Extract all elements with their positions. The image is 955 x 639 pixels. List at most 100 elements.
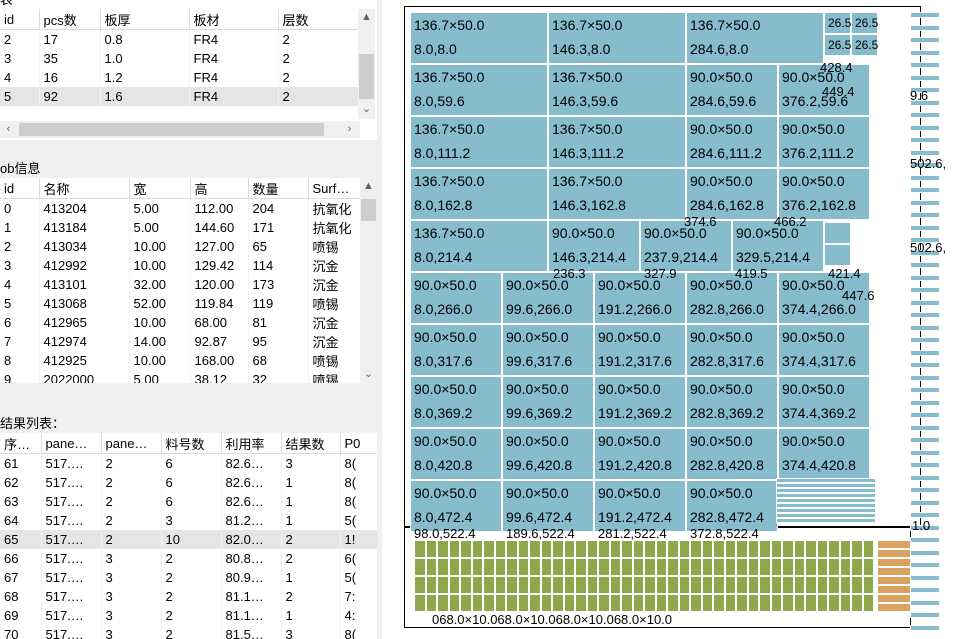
layout-piece[interactable]: 90.0×50.0 284.6,59.6 bbox=[686, 64, 778, 116]
layout-piece-green[interactable] bbox=[816, 558, 828, 576]
layout-piece-orange[interactable] bbox=[877, 567, 911, 576]
layout-piece-green[interactable] bbox=[471, 558, 483, 576]
layout-piece[interactable]: 90.0×50.0 8.0,420.8 bbox=[410, 428, 502, 480]
layout-piece-green[interactable] bbox=[609, 576, 621, 594]
layout-piece-small[interactable]: 26.5 bbox=[851, 34, 878, 56]
table-row[interactable]: 61 517.… 2 6 82.6… 3 8( bbox=[0, 453, 377, 473]
layout-piece-green[interactable] bbox=[770, 540, 782, 558]
layout-piece-green[interactable] bbox=[805, 594, 817, 612]
layout-piece-small[interactable] bbox=[910, 424, 940, 431]
layout-piece[interactable]: 90.0×50.0 8.0,369.2 bbox=[410, 376, 502, 428]
layout-piece-green[interactable] bbox=[701, 576, 713, 594]
layout-piece-small[interactable] bbox=[910, 412, 940, 418]
top-table-hscroll[interactable]: ‹ › bbox=[0, 121, 360, 138]
col-header-quantity[interactable]: 数量 bbox=[248, 178, 309, 199]
table-row[interactable]: 2 17 0.8 FR4 2 bbox=[0, 29, 361, 49]
table-row[interactable]: 8 412925 10.00 168.00 68 喷锡 bbox=[0, 351, 361, 370]
layout-piece-green[interactable] bbox=[667, 576, 679, 594]
layout-piece-orange[interactable] bbox=[877, 585, 911, 594]
col-header-seq[interactable]: 序… bbox=[0, 433, 42, 454]
layout-piece-green[interactable] bbox=[667, 594, 679, 612]
layout-piece[interactable]: 90.0×50.0 8.0,472.4 bbox=[410, 480, 502, 532]
layout-piece-small[interactable] bbox=[910, 212, 940, 218]
layout-piece-green[interactable] bbox=[471, 540, 483, 558]
layout-piece[interactable]: 136.7×50.0 8.0,111.2 bbox=[410, 116, 548, 168]
layout-piece-green[interactable] bbox=[759, 594, 771, 612]
layout-piece-green[interactable] bbox=[713, 558, 725, 576]
layout-piece-small[interactable] bbox=[910, 449, 940, 456]
layout-piece-small[interactable] bbox=[910, 312, 940, 318]
layout-piece[interactable]: 136.7×50.0 8.0,214.4 bbox=[410, 220, 548, 272]
col-header-material[interactable]: 板材 bbox=[189, 9, 279, 30]
layout-piece-small[interactable] bbox=[910, 174, 940, 181]
layout-piece-green[interactable] bbox=[862, 594, 874, 612]
layout-piece-green[interactable] bbox=[816, 540, 828, 558]
layout-piece-green[interactable] bbox=[529, 594, 541, 612]
col-header-part-count[interactable]: 料号数 bbox=[161, 433, 222, 454]
layout-piece-green[interactable] bbox=[736, 558, 748, 576]
layout-piece-green[interactable] bbox=[494, 594, 506, 612]
scroll-down-icon[interactable]: ⌄ bbox=[360, 366, 377, 383]
layout-piece-green[interactable] bbox=[632, 576, 644, 594]
layout-piece-green[interactable] bbox=[644, 576, 656, 594]
layout-piece-green[interactable] bbox=[678, 576, 690, 594]
layout-piece[interactable]: 136.7×50.0 146.3,8.0 bbox=[548, 12, 686, 64]
col-header-name[interactable]: 名称 bbox=[39, 178, 130, 199]
layout-piece-small[interactable]: 26.5 bbox=[851, 12, 878, 34]
layout-piece[interactable]: 90.0×50.0 374.4,369.2 bbox=[778, 376, 870, 428]
layout-piece-green[interactable] bbox=[747, 558, 759, 576]
layout-piece-small[interactable] bbox=[910, 112, 940, 118]
layout-piece-small[interactable]: 26.5 bbox=[824, 12, 851, 34]
layout-piece-small[interactable] bbox=[910, 299, 940, 306]
layout-piece-green[interactable] bbox=[552, 576, 564, 594]
layout-piece-green[interactable] bbox=[793, 558, 805, 576]
layout-piece-green[interactable] bbox=[713, 594, 725, 612]
layout-piece-green[interactable] bbox=[414, 558, 426, 576]
layout-piece-small[interactable] bbox=[910, 337, 940, 343]
layout-piece[interactable]: 90.0×50.0 8.0,317.6 bbox=[410, 324, 502, 376]
layout-piece-green[interactable] bbox=[609, 540, 621, 558]
layout-piece-green[interactable] bbox=[425, 576, 437, 594]
layout-piece-green[interactable] bbox=[793, 576, 805, 594]
table-row[interactable]: 69 517.… 3 2 81.1… 1 4: bbox=[0, 606, 377, 625]
layout-piece-green[interactable] bbox=[690, 558, 702, 576]
col-header-id[interactable]: id bbox=[0, 178, 40, 199]
layout-piece-small[interactable] bbox=[910, 24, 940, 31]
layout-piece-orange[interactable] bbox=[877, 603, 911, 612]
layout-piece[interactable]: 90.0×50.0 284.6,111.2 bbox=[686, 116, 778, 168]
layout-piece[interactable]: 90.0×50.0 284.6,162.8 bbox=[686, 168, 778, 220]
layout-piece-small[interactable] bbox=[910, 262, 940, 268]
scroll-left-icon[interactable]: ‹ bbox=[0, 121, 17, 138]
layout-piece-green[interactable] bbox=[494, 576, 506, 594]
layout-piece-green[interactable] bbox=[494, 540, 506, 558]
layout-piece-green[interactable] bbox=[644, 558, 656, 576]
layout-piece-green[interactable] bbox=[621, 540, 633, 558]
layout-piece-green[interactable] bbox=[471, 576, 483, 594]
layout-piece-green[interactable] bbox=[736, 576, 748, 594]
layout-piece-small[interactable] bbox=[910, 199, 940, 206]
table-row[interactable]: 7 412974 14.00 92.87 95 沉金 bbox=[0, 332, 361, 351]
layout-piece-green[interactable] bbox=[506, 558, 518, 576]
layout-piece-green[interactable] bbox=[425, 558, 437, 576]
layout-piece-orange[interactable] bbox=[877, 549, 911, 558]
layout-piece-green[interactable] bbox=[655, 594, 667, 612]
col-header-utilization[interactable]: 利用率 bbox=[221, 433, 282, 454]
job-table-vscroll[interactable]: ▲ ⌄ bbox=[360, 178, 377, 383]
layout-piece-green[interactable] bbox=[563, 576, 575, 594]
col-header-result-count[interactable]: 结果数 bbox=[281, 433, 341, 454]
layout-piece-green[interactable] bbox=[517, 576, 529, 594]
layout-piece-green[interactable] bbox=[701, 558, 713, 576]
table-row[interactable]: 3 412992 10.00 129.42 114 沉金 bbox=[0, 256, 361, 275]
layout-piece[interactable]: 136.7×50.0 146.3,111.2 bbox=[548, 116, 686, 168]
layout-piece-green[interactable] bbox=[609, 594, 621, 612]
layout-piece-green[interactable] bbox=[759, 558, 771, 576]
table-row[interactable]: 67 517.… 3 2 80.9… 1 5( bbox=[0, 568, 377, 587]
layout-piece-green[interactable] bbox=[575, 558, 587, 576]
layout-piece-green[interactable] bbox=[529, 558, 541, 576]
layout-piece-green[interactable] bbox=[586, 540, 598, 558]
layout-piece-orange[interactable] bbox=[877, 558, 911, 567]
layout-piece-green[interactable] bbox=[632, 540, 644, 558]
layout-piece-green[interactable] bbox=[586, 576, 598, 594]
layout-piece-green[interactable] bbox=[483, 540, 495, 558]
scroll-down-icon[interactable]: ⌄ bbox=[358, 101, 375, 118]
